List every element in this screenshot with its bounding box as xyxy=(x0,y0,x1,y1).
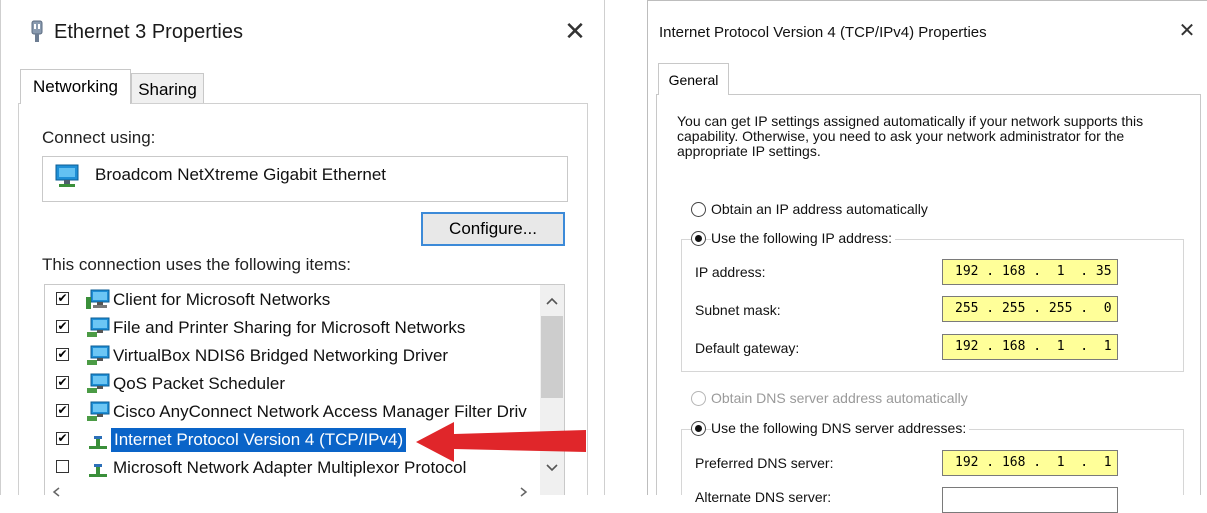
alternate-dns-field[interactable] xyxy=(942,487,1118,513)
dialog-title: Internet Protocol Version 4 (TCP/IPv4) P… xyxy=(659,24,987,41)
use-following-dns-radio[interactable] xyxy=(691,421,706,436)
default-gateway-field[interactable]: 192 . 168 . 1 . 1 xyxy=(942,334,1118,360)
items-label: This connection uses the following items… xyxy=(42,255,351,274)
scroll-thumb[interactable] xyxy=(541,316,563,398)
connect-using-label: Connect using: xyxy=(42,128,156,147)
network-client-icon xyxy=(85,289,111,311)
configure-button[interactable]: Configure... xyxy=(421,212,565,246)
list-item[interactable]: ✔ QoS Packet Scheduler xyxy=(45,371,540,399)
network-adapter-icon xyxy=(29,20,45,49)
red-arrow-annotation xyxy=(416,422,586,462)
item-label: Internet Protocol Version 4 (TCP/IPv4) xyxy=(111,428,407,452)
close-icon[interactable]: ✕ xyxy=(560,16,590,46)
network-protocol-icon xyxy=(85,457,111,479)
preferred-dns-label: Preferred DNS server: xyxy=(695,455,834,471)
tab-sharing[interactable]: Sharing xyxy=(131,73,204,103)
ip-address-field[interactable]: 192 . 168 . 1 . 35 xyxy=(942,259,1118,285)
item-label: VirtualBox NDIS6 Bridged Networking Driv… xyxy=(113,346,449,365)
item-checkbox[interactable]: ✔ xyxy=(56,404,69,417)
network-service-icon xyxy=(85,317,111,339)
obtain-ip-auto-label: Obtain an IP address automatically xyxy=(711,201,931,217)
chevron-up-icon[interactable] xyxy=(541,288,563,312)
preferred-dns-field[interactable]: 192 . 168 . 1 . 1 xyxy=(942,450,1118,476)
close-icon[interactable]: ✕ xyxy=(1174,18,1200,44)
list-item[interactable]: ✔ File and Printer Sharing for Microsoft… xyxy=(45,315,540,343)
network-service-icon xyxy=(85,345,111,367)
item-checkbox[interactable]: ✔ xyxy=(56,292,69,305)
obtain-dns-auto-radio[interactable] xyxy=(691,391,706,406)
item-checkbox[interactable]: ✔ xyxy=(56,376,69,389)
item-checkbox[interactable]: ✔ xyxy=(56,348,69,361)
alternate-dns-label: Alternate DNS server: xyxy=(695,489,832,505)
ip-address-label: IP address: xyxy=(695,264,766,280)
dialog-title: Ethernet 3 Properties xyxy=(54,21,243,43)
obtain-dns-auto-label: Obtain DNS server address automatically xyxy=(711,390,971,406)
network-protocol-icon xyxy=(85,429,111,451)
item-checkbox[interactable]: ✔ xyxy=(56,432,69,445)
list-item[interactable]: ✔ VirtualBox NDIS6 Bridged Networking Dr… xyxy=(45,343,540,371)
use-following-ip-label: Use the following IP address: xyxy=(711,230,896,246)
use-following-dns-label: Use the following DNS server addresses: xyxy=(711,420,970,436)
tab-networking[interactable]: Networking xyxy=(20,69,131,104)
obtain-ip-auto-radio[interactable] xyxy=(691,202,706,217)
tab-general[interactable]: General xyxy=(658,63,729,95)
intro-text: You can get IP settings assigned automat… xyxy=(677,113,1144,159)
list-item[interactable]: ✔ Client for Microsoft Networks xyxy=(45,287,540,315)
adapter-name: Broadcom NetXtreme Gigabit Ethernet xyxy=(95,165,387,184)
item-label: Client for Microsoft Networks xyxy=(113,290,331,309)
network-service-icon xyxy=(85,373,111,395)
default-gateway-label: Default gateway: xyxy=(695,340,800,356)
item-label: QoS Packet Scheduler xyxy=(113,374,285,393)
subnet-mask-field[interactable]: 255 . 255 . 255 . 0 xyxy=(942,296,1118,322)
subnet-mask-label: Subnet mask: xyxy=(695,302,781,318)
chevron-right-icon[interactable] xyxy=(520,484,528,500)
item-checkbox[interactable] xyxy=(56,460,69,473)
network-card-icon xyxy=(54,163,82,194)
use-following-ip-radio[interactable] xyxy=(691,231,706,246)
item-checkbox[interactable]: ✔ xyxy=(56,320,69,333)
item-label: File and Printer Sharing for Microsoft N… xyxy=(113,318,466,337)
chevron-left-icon[interactable] xyxy=(52,484,60,500)
network-service-icon xyxy=(85,401,111,423)
